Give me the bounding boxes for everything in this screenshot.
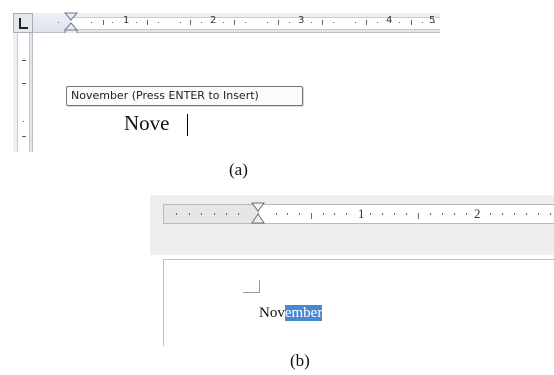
tab-selector-button[interactable] — [13, 13, 33, 33]
ruler-dot — [189, 213, 190, 215]
ruler-dot — [238, 213, 239, 215]
ruler-dot — [550, 213, 551, 215]
ruler-number: 5 — [429, 15, 436, 26]
ruler-dot — [158, 22, 159, 23]
ruler-dot — [176, 213, 177, 215]
ruler-dot — [442, 213, 443, 215]
ruler-dot — [226, 213, 227, 215]
ruler-dot — [311, 22, 312, 23]
writer-editor-panel: 1 2 November — [150, 195, 554, 346]
ruler-dot — [276, 213, 277, 215]
figure-caption: (a) — [229, 160, 248, 179]
ruler-number: 2 — [210, 15, 217, 26]
ruler-dot — [422, 22, 423, 23]
ruler-tick — [234, 20, 235, 25]
ruler-tick — [311, 213, 312, 219]
ruler-tick — [278, 20, 279, 25]
ruler-dot — [382, 213, 383, 215]
ruler-tick — [103, 20, 104, 25]
ruler-dot — [502, 213, 503, 215]
ruler-dot — [355, 22, 356, 23]
ruler-dot — [394, 213, 395, 215]
left-tab-icon — [19, 18, 28, 29]
document-page[interactable] — [163, 259, 554, 346]
ruler-dot — [323, 213, 324, 215]
ruler-tick — [411, 20, 412, 25]
ruler-dot — [538, 213, 539, 215]
ruler-tick — [22, 60, 26, 61]
text-boundary-corner — [259, 280, 260, 293]
ruler-dot — [287, 213, 288, 215]
ruler-margin — [163, 205, 259, 223]
autocomplete-suggestion[interactable]: ember — [284, 305, 323, 321]
ruler-dot — [454, 213, 455, 215]
ruler-dot — [58, 22, 59, 23]
indent-marker-icon[interactable] — [251, 202, 265, 224]
horizontal-ruler[interactable]: 1 2 3 4 5 — [33, 13, 440, 33]
ruler-edge — [163, 205, 164, 223]
vertical-ruler[interactable] — [13, 33, 33, 152]
ruler-dot — [526, 213, 527, 215]
ruler-dot — [223, 22, 224, 23]
ruler-dot — [346, 213, 347, 215]
ruler-dot — [370, 213, 371, 215]
ruler-dot — [430, 213, 431, 215]
autocomplete-tooltip[interactable]: November (Press ENTER to Insert) — [66, 86, 303, 106]
ruler-dot — [214, 213, 215, 215]
ruler-dot — [136, 22, 137, 23]
typed-text-line[interactable]: November — [259, 304, 323, 322]
ruler-tick — [322, 20, 323, 25]
text-caret — [187, 114, 188, 136]
ruler-dot — [334, 213, 335, 215]
ruler-tick — [22, 136, 26, 137]
ruler-number: 4 — [386, 15, 393, 26]
ruler-dot — [377, 22, 378, 23]
ruler-dot — [289, 22, 290, 23]
ruler-dot — [23, 121, 24, 122]
ruler-dot — [112, 22, 113, 23]
ruler-dot — [180, 22, 181, 23]
ruler-dot — [245, 22, 246, 23]
ruler-dot — [466, 213, 467, 215]
text-boundary-corner — [243, 292, 259, 293]
ruler-text-area — [17, 33, 30, 152]
ruler-dot — [267, 22, 268, 23]
figure-caption: (b) — [290, 351, 310, 370]
ruler-tick — [418, 213, 419, 219]
ruler-dot — [201, 213, 202, 215]
ruler-tick — [366, 20, 367, 25]
ruler-dot — [490, 213, 491, 215]
ruler-dot — [333, 22, 334, 23]
word-editor-panel: 1 2 3 4 5 November (Press ENTER to Inser… — [0, 0, 440, 152]
ruler-number: 1 — [123, 15, 130, 26]
ruler-dot — [514, 213, 515, 215]
ruler-dot — [201, 22, 202, 23]
ruler-tick — [147, 20, 148, 25]
ruler-dot — [406, 213, 407, 215]
typed-text: Nov — [259, 305, 285, 321]
ruler-number: 1 — [358, 206, 365, 221]
ruler-number: 2 — [474, 206, 481, 221]
typed-text: Nove — [124, 111, 170, 135]
ruler-dot — [399, 22, 400, 23]
ruler-tick — [190, 20, 191, 25]
ruler-number: 3 — [298, 15, 305, 26]
ruler-dot — [91, 22, 92, 23]
horizontal-ruler[interactable]: 1 2 — [163, 204, 554, 224]
ruler-tick — [22, 83, 26, 84]
ruler-dot — [299, 213, 300, 215]
